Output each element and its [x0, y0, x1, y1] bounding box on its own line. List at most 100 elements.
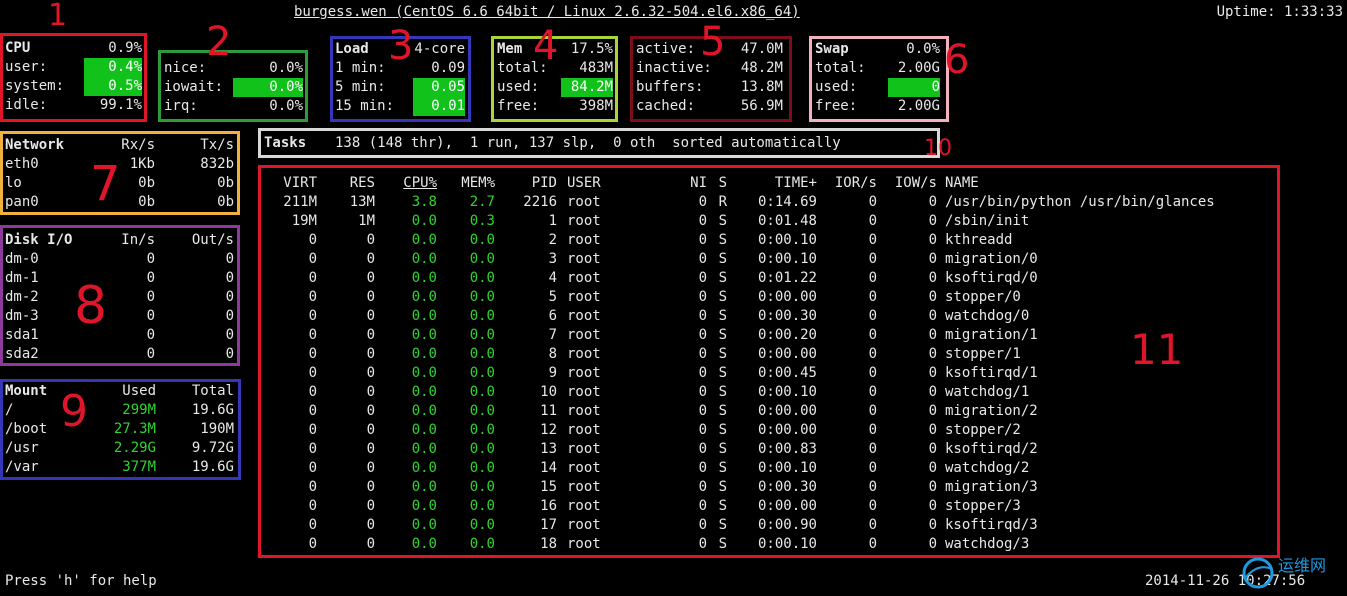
- table-row[interactable]: 0 0 0.0 0.0 11 root 0 S 0:00.00 0 0 migration/2: [261, 402, 1277, 421]
- disk-sda2-in: 0: [146, 346, 155, 362]
- col-mem[interactable]: MEM%: [437, 174, 495, 193]
- cell-ni: 0: [698, 536, 707, 552]
- cell-ni: 0: [698, 270, 707, 286]
- load-15min-label: 15 min:: [335, 98, 395, 114]
- col-res[interactable]: RES: [317, 174, 375, 193]
- cell-mem: 0.0: [469, 536, 495, 552]
- table-row[interactable]: 0 0 0.0 0.0 6 root 0 S 0:00.30 0 0 watchdog/0: [261, 307, 1277, 326]
- cell-iow: 0: [928, 498, 937, 514]
- cell-iow: 0: [928, 536, 937, 552]
- col-s[interactable]: S: [711, 174, 727, 193]
- disk-dm1-out: 0: [225, 270, 234, 286]
- cell-time: 0:00.00: [757, 422, 817, 438]
- table-row[interactable]: 0 0 0.0 0.0 13 root 0 S 0:00.83 0 0 ksoftirqd/2: [261, 440, 1277, 459]
- cell-iow: 0: [928, 289, 937, 305]
- cell-s: S: [718, 498, 727, 514]
- mount-usr-used: 2.29G: [113, 440, 156, 456]
- table-row[interactable]: 0 0 0.0 0.0 18 root 0 S 0:00.10 0 0 watchdog/3: [261, 535, 1277, 554]
- cell-iow: 0: [928, 194, 937, 210]
- cell-mem: 0.0: [469, 460, 495, 476]
- cell-name: watchdog/0: [945, 308, 1030, 324]
- col-user[interactable]: USER: [567, 174, 647, 193]
- cpu-system-value: 0.5%: [84, 77, 142, 96]
- load-15min-value: 0.01: [413, 97, 465, 116]
- disk-dm0-label: dm-0: [5, 251, 39, 267]
- mem-used-label: used:: [497, 79, 540, 95]
- col-iow[interactable]: IOW/s: [877, 174, 937, 193]
- mem-cached-value: 56.9M: [740, 98, 783, 114]
- cpu-panel: CPU 0.9% user: 0.4% system: 0.5% idle: 9…: [0, 33, 147, 122]
- table-row[interactable]: 211M 13M 3.8 2.7 2216 root 0 R 0:14.69 0 0/usr/bin…: [261, 193, 1277, 212]
- table-row[interactable]: 0 0 0.0 0.0 12 root 0 S 0:00.00 0 0 stopper/2: [261, 421, 1277, 440]
- table-row[interactable]: 0 0 0.0 0.0 10 root 0 S 0:00.10 0 0 watchdog/1: [261, 383, 1277, 402]
- col-ni[interactable]: NI: [661, 174, 707, 193]
- cell-virt: 0: [308, 422, 317, 438]
- cell-ni: 0: [698, 251, 707, 267]
- cell-name: stopper/3: [945, 498, 1021, 514]
- table-row[interactable]: 0 0 0.0 0.0 5 root 0 S 0:00.00 0 0 stopper/0: [261, 288, 1277, 307]
- load-5min-value: 0.05: [413, 78, 465, 97]
- disk-dm3-label: dm-3: [5, 308, 39, 324]
- cell-pid: 18: [540, 536, 557, 552]
- network-eth0-tx: 832b: [200, 156, 234, 172]
- tasks-label: Tasks: [264, 135, 307, 151]
- cpu-total: 0.9%: [108, 40, 142, 56]
- table-row[interactable]: 0 0 0.0 0.0 3 root 0 S 0:00.10 0 0 migration/0: [261, 250, 1277, 269]
- cell-ior: 0: [868, 384, 877, 400]
- cell-user: root: [567, 346, 601, 362]
- process-header: VIRT RES CPU% MEM% PID USER NI S TIME+ I…: [261, 174, 1277, 193]
- cell-time: 0:00.00: [757, 289, 817, 305]
- cell-virt: 0: [308, 517, 317, 533]
- cell-name: migration/1: [945, 327, 1038, 343]
- cell-time: 0:01.48: [757, 213, 817, 229]
- mem-buffers-label: buffers:: [636, 79, 704, 95]
- cell-pid: 5: [548, 289, 557, 305]
- cell-res: 0: [366, 403, 375, 419]
- cell-user: root: [567, 498, 601, 514]
- cell-cpu: 0.0: [411, 384, 437, 400]
- cell-res: 13M: [349, 194, 375, 210]
- cell-user: root: [567, 517, 601, 533]
- cell-mem: 0.0: [469, 441, 495, 457]
- table-row[interactable]: 0 0 0.0 0.0 17 root 0 S 0:00.90 0 0 ksoftirqd/3: [261, 516, 1277, 535]
- table-row[interactable]: 0 0 0.0 0.0 8 root 0 S 0:00.00 0 0 stopper/1: [261, 345, 1277, 364]
- network-eth0-label: eth0: [5, 156, 39, 172]
- mem-free-label: free:: [497, 98, 540, 114]
- table-row[interactable]: 0 0 0.0 0.0 2 root 0 S 0:00.10 0 0 kthreadd: [261, 231, 1277, 250]
- cell-iow: 0: [928, 384, 937, 400]
- table-row[interactable]: 0 0 0.0 0.0 4 root 0 S 0:01.22 0 0 ksoftirqd/0: [261, 269, 1277, 288]
- network-label: Network: [5, 137, 65, 153]
- mount-total-header: Total: [191, 383, 234, 399]
- disk-sda1-in: 0: [146, 327, 155, 343]
- cell-name: stopper/2: [945, 422, 1021, 438]
- cell-name: ksoftirqd/0: [945, 270, 1038, 286]
- col-ior[interactable]: IOR/s: [817, 174, 877, 193]
- table-row[interactable]: 0 0 0.0 0.0 16 root 0 S 0:00.00 0 0 stopper/3: [261, 497, 1277, 516]
- cell-pid: 14: [540, 460, 557, 476]
- cell-res: 0: [366, 365, 375, 381]
- cell-s: S: [718, 536, 727, 552]
- cell-ni: 0: [698, 384, 707, 400]
- cell-name: kthreadd: [945, 232, 1013, 248]
- cell-ior: 0: [868, 194, 877, 210]
- table-row[interactable]: 19M 1M 0.0 0.3 1 root 0 S 0:01.48 0 0/sbin/init: [261, 212, 1277, 231]
- col-pid[interactable]: PID: [495, 174, 557, 193]
- table-row[interactable]: 0 0 0.0 0.0 15 root 0 S 0:00.30 0 0 migration/3: [261, 478, 1277, 497]
- table-row[interactable]: 0 0 0.0 0.0 7 root 0 S 0:00.20 0 0 migration/1: [261, 326, 1277, 345]
- cell-iow: 0: [928, 213, 937, 229]
- cell-mem: 0.0: [469, 403, 495, 419]
- col-virt[interactable]: VIRT: [261, 174, 317, 193]
- cpu-user-value: 0.4%: [84, 58, 142, 77]
- col-cpu[interactable]: CPU%: [375, 174, 437, 193]
- table-row[interactable]: 0 0 0.0 0.0 14 root 0 S 0:00.10 0 0 watchdog/2: [261, 459, 1277, 478]
- col-time[interactable]: TIME+: [727, 174, 817, 193]
- cell-virt: 0: [308, 441, 317, 457]
- cell-ior: 0: [868, 460, 877, 476]
- cell-ni: 0: [698, 232, 707, 248]
- cell-mem: 0.0: [469, 365, 495, 381]
- col-name[interactable]: NAME: [945, 174, 1275, 193]
- cell-mem: 0.0: [469, 498, 495, 514]
- table-row[interactable]: 0 0 0.0 0.0 9 root 0 S 0:00.45 0 0 ksoftirqd/1: [261, 364, 1277, 383]
- cell-mem: 0.0: [469, 289, 495, 305]
- load-5min-label: 5 min:: [335, 79, 386, 95]
